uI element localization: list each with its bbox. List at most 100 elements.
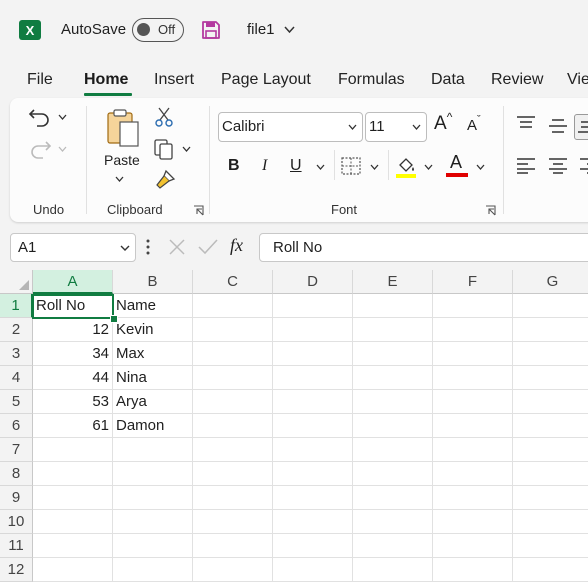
cell-c10[interactable] bbox=[193, 510, 273, 534]
cell-d10[interactable] bbox=[273, 510, 353, 534]
cell-d12[interactable] bbox=[273, 558, 353, 582]
cell-e12[interactable] bbox=[353, 558, 433, 582]
cell-f4[interactable] bbox=[433, 366, 513, 390]
cell-g1[interactable] bbox=[513, 294, 588, 318]
cell-d3[interactable] bbox=[273, 342, 353, 366]
fill-color-dropdown-icon[interactable] bbox=[424, 164, 433, 170]
cell-c5[interactable] bbox=[193, 390, 273, 414]
borders-dropdown-icon[interactable] bbox=[370, 164, 379, 170]
autosave-toggle[interactable]: Off bbox=[132, 18, 184, 42]
column-header-c[interactable]: C bbox=[193, 270, 273, 294]
cell-c6[interactable] bbox=[193, 414, 273, 438]
cell-b11[interactable] bbox=[113, 534, 193, 558]
copy-dropdown-icon[interactable] bbox=[182, 146, 191, 152]
cell-f7[interactable] bbox=[433, 438, 513, 462]
cell-b7[interactable] bbox=[113, 438, 193, 462]
undo-icon[interactable] bbox=[28, 106, 52, 128]
row-header-2[interactable]: 2 bbox=[0, 318, 33, 342]
row-header-7[interactable]: 7 bbox=[0, 438, 33, 462]
format-painter-icon[interactable] bbox=[154, 169, 176, 191]
cell-a5[interactable]: 53 bbox=[33, 390, 113, 414]
cell-g2[interactable] bbox=[513, 318, 588, 342]
cell-b12[interactable] bbox=[113, 558, 193, 582]
name-box[interactable]: A1 bbox=[10, 233, 136, 262]
copy-icon[interactable] bbox=[153, 138, 175, 160]
row-header-11[interactable]: 11 bbox=[0, 534, 33, 558]
row-header-1[interactable]: 1 bbox=[0, 294, 33, 318]
column-header-d[interactable]: D bbox=[273, 270, 353, 294]
cell-e1[interactable] bbox=[353, 294, 433, 318]
cell-g8[interactable] bbox=[513, 462, 588, 486]
cell-a6[interactable]: 61 bbox=[33, 414, 113, 438]
font-size-select[interactable]: 11 bbox=[365, 112, 427, 142]
undo-dropdown-icon[interactable] bbox=[58, 114, 67, 120]
paste-button[interactable]: Paste bbox=[102, 106, 142, 190]
cell-e9[interactable] bbox=[353, 486, 433, 510]
cell-c3[interactable] bbox=[193, 342, 273, 366]
cell-f2[interactable] bbox=[433, 318, 513, 342]
tab-home[interactable]: Home bbox=[84, 71, 128, 89]
top-align-icon[interactable] bbox=[516, 116, 536, 132]
cell-f8[interactable] bbox=[433, 462, 513, 486]
cell-b3[interactable]: Max bbox=[113, 342, 193, 366]
cell-e6[interactable] bbox=[353, 414, 433, 438]
select-all-button[interactable] bbox=[0, 270, 33, 294]
cell-d8[interactable] bbox=[273, 462, 353, 486]
tab-review[interactable]: Review bbox=[491, 71, 543, 89]
cell-g10[interactable] bbox=[513, 510, 588, 534]
cell-f9[interactable] bbox=[433, 486, 513, 510]
formula-input[interactable]: Roll No bbox=[259, 233, 588, 262]
cell-e8[interactable] bbox=[353, 462, 433, 486]
row-header-3[interactable]: 3 bbox=[0, 342, 33, 366]
cell-g5[interactable] bbox=[513, 390, 588, 414]
font-color-dropdown-icon[interactable] bbox=[476, 164, 485, 170]
cell-c9[interactable] bbox=[193, 486, 273, 510]
cell-c7[interactable] bbox=[193, 438, 273, 462]
cell-b5[interactable]: Arya bbox=[113, 390, 193, 414]
font-name-select[interactable]: Calibri bbox=[218, 112, 363, 142]
bottom-align-button[interactable] bbox=[574, 114, 588, 140]
cut-icon[interactable] bbox=[155, 107, 173, 127]
cell-a2[interactable]: 12 bbox=[33, 318, 113, 342]
underline-button[interactable]: U bbox=[290, 157, 302, 175]
middle-align-icon[interactable] bbox=[548, 118, 568, 134]
insert-function-button[interactable]: fx bbox=[230, 235, 243, 256]
column-header-b[interactable]: B bbox=[113, 270, 193, 294]
row-header-12[interactable]: 12 bbox=[0, 558, 33, 582]
cell-f11[interactable] bbox=[433, 534, 513, 558]
borders-icon[interactable] bbox=[341, 157, 361, 175]
row-header-10[interactable]: 10 bbox=[0, 510, 33, 534]
align-left-icon[interactable] bbox=[516, 158, 536, 174]
cell-f10[interactable] bbox=[433, 510, 513, 534]
cell-f3[interactable] bbox=[433, 342, 513, 366]
cell-d1[interactable] bbox=[273, 294, 353, 318]
cell-a4[interactable]: 44 bbox=[33, 366, 113, 390]
filename-menu[interactable]: file1 bbox=[247, 18, 297, 44]
cell-g3[interactable] bbox=[513, 342, 588, 366]
dialog-launcher-icon[interactable] bbox=[193, 205, 204, 216]
cell-g11[interactable] bbox=[513, 534, 588, 558]
tab-data[interactable]: Data bbox=[431, 71, 465, 89]
enter-icon[interactable] bbox=[197, 238, 219, 256]
cell-b6[interactable]: Damon bbox=[113, 414, 193, 438]
cell-e4[interactable] bbox=[353, 366, 433, 390]
dialog-launcher-icon[interactable] bbox=[485, 205, 496, 216]
row-header-6[interactable]: 6 bbox=[0, 414, 33, 438]
font-color-button[interactable]: A bbox=[446, 152, 468, 178]
cell-d9[interactable] bbox=[273, 486, 353, 510]
row-header-9[interactable]: 9 bbox=[0, 486, 33, 510]
cell-g4[interactable] bbox=[513, 366, 588, 390]
column-header-e[interactable]: E bbox=[353, 270, 433, 294]
cell-c1[interactable] bbox=[193, 294, 273, 318]
cell-e3[interactable] bbox=[353, 342, 433, 366]
cell-g12[interactable] bbox=[513, 558, 588, 582]
align-right-icon[interactable] bbox=[579, 158, 588, 174]
underline-dropdown-icon[interactable] bbox=[316, 164, 325, 170]
column-header-g[interactable]: G bbox=[513, 270, 588, 294]
row-header-4[interactable]: 4 bbox=[0, 366, 33, 390]
fill-handle[interactable] bbox=[110, 315, 118, 323]
cell-a3[interactable]: 34 bbox=[33, 342, 113, 366]
cell-f6[interactable] bbox=[433, 414, 513, 438]
cell-d2[interactable] bbox=[273, 318, 353, 342]
cell-a7[interactable] bbox=[33, 438, 113, 462]
